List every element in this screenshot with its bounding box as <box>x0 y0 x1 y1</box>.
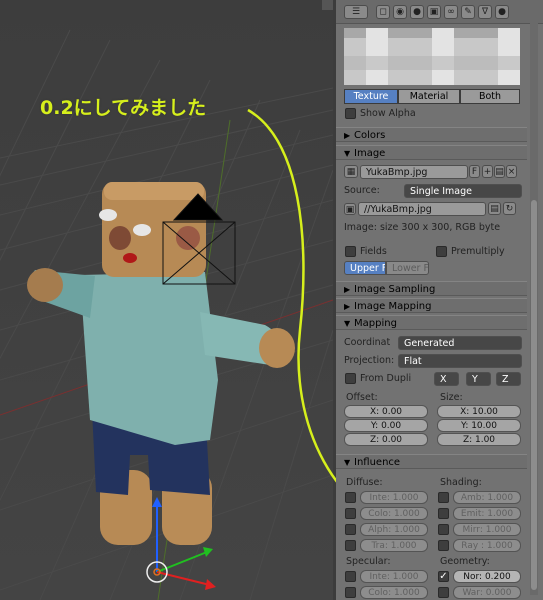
unlink-icon[interactable]: × <box>506 165 517 178</box>
image-name-field[interactable]: YukaBmp.jpg <box>360 165 468 179</box>
texture-preview <box>344 28 520 85</box>
section-image-mapping-label: Image Mapping <box>354 301 432 312</box>
section-influence[interactable]: ▼ Influence <box>336 454 527 469</box>
tab-material[interactable]: Material <box>398 89 460 104</box>
fake-user-button[interactable]: F <box>469 165 480 178</box>
panel-scrollbar-thumb[interactable] <box>531 200 537 590</box>
data-icon[interactable]: ∇ <box>478 5 492 19</box>
warp-field[interactable]: War: 0.000 <box>453 586 521 599</box>
offset-x-field[interactable]: X: 0.00 <box>344 405 428 418</box>
from-dupli-checkbox[interactable] <box>345 373 356 384</box>
image-file-icon: ▣ <box>344 203 356 215</box>
offset-y-field[interactable]: Y: 0.00 <box>344 419 428 432</box>
ray-mirror-checkbox[interactable] <box>438 540 449 551</box>
ray-mirror-field[interactable]: Ray : 1.000 <box>453 539 521 552</box>
properties-panel: ☰ ◻ ◉ ● ▣ ∞ ✎ ∇ ● Texture Material Both … <box>336 0 543 600</box>
world-icon[interactable]: ● <box>410 5 424 19</box>
diffuse-alpha-checkbox[interactable] <box>345 524 356 535</box>
axis-x-select[interactable]: X <box>434 372 459 386</box>
premultiply-checkbox[interactable] <box>436 246 447 257</box>
projection-label: Projection: <box>344 355 395 366</box>
source-label: Source: <box>344 185 380 196</box>
emit-checkbox[interactable] <box>438 508 449 519</box>
size-x-field[interactable]: X: 10.00 <box>437 405 521 418</box>
offset-label: Offset: <box>346 392 378 403</box>
properties-header: ☰ ◻ ◉ ● ▣ ∞ ✎ ∇ ● <box>336 0 543 24</box>
diffuse-translucency-checkbox[interactable] <box>345 540 356 551</box>
size-label: Size: <box>440 392 463 403</box>
emit-field[interactable]: Emit: 1.000 <box>453 507 521 520</box>
editor-type-icon[interactable]: ☰ <box>344 5 368 19</box>
image-path-field[interactable]: //YukaBmp.jpg <box>358 202 486 216</box>
scene-icon[interactable]: ◉ <box>393 5 407 19</box>
fields-label: Fields <box>360 246 387 257</box>
normal-field[interactable]: Nor: 0.200 <box>453 570 521 583</box>
reload-icon[interactable]: ↻ <box>503 202 516 215</box>
section-image-sampling[interactable]: ▶ Image Sampling <box>336 281 527 296</box>
upper-first-button[interactable]: Upper Fi <box>344 261 386 275</box>
diffuse-label: Diffuse: <box>346 477 383 488</box>
ambient-checkbox[interactable] <box>438 492 449 503</box>
shading-label: Shading: <box>440 477 482 488</box>
section-image[interactable]: ▼ Image <box>336 145 527 160</box>
from-dupli-label: From Dupli <box>360 373 412 384</box>
material-icon[interactable]: ● <box>495 5 509 19</box>
specular-intensity-checkbox[interactable] <box>345 571 356 582</box>
normal-checkbox[interactable]: ✓ <box>438 571 449 582</box>
specular-intensity-field[interactable]: Inte: 1.000 <box>360 570 428 583</box>
diffuse-color-field[interactable]: Colo: 1.000 <box>360 507 428 520</box>
diffuse-alpha-field[interactable]: Alph: 1.000 <box>360 523 428 536</box>
new-image-icon[interactable]: + <box>482 165 493 178</box>
source-select[interactable]: Single Image <box>404 184 522 198</box>
section-colors-label: Colors <box>354 130 386 141</box>
render-icon[interactable]: ◻ <box>376 5 390 19</box>
geometry-label: Geometry: <box>440 556 490 567</box>
tab-texture[interactable]: Texture <box>344 89 398 104</box>
warp-checkbox[interactable] <box>438 587 449 598</box>
modifier-icon[interactable]: ✎ <box>461 5 475 19</box>
axis-z-select[interactable]: Z <box>496 372 521 386</box>
specular-color-checkbox[interactable] <box>345 587 356 598</box>
premultiply-label: Premultiply <box>451 246 505 257</box>
mirror-field[interactable]: Mirr: 1.000 <box>453 523 521 536</box>
tab-both[interactable]: Both <box>460 89 520 104</box>
lower-first-button[interactable]: Lower Fir <box>386 261 429 275</box>
section-colors[interactable]: ▶ Colors <box>336 127 527 142</box>
mirror-checkbox[interactable] <box>438 524 449 535</box>
diffuse-color-checkbox[interactable] <box>345 508 356 519</box>
diffuse-translucency-field[interactable]: Tra: 1.000 <box>360 539 428 552</box>
image-info: Image: size 300 x 300, RGB byte <box>344 222 501 233</box>
section-image-sampling-label: Image Sampling <box>354 284 436 295</box>
section-image-label: Image <box>354 148 386 159</box>
coordinates-label: Coordinat <box>344 337 391 348</box>
annotation-text: 0.2にしてみました <box>40 97 207 119</box>
offset-z-field[interactable]: Z: 0.00 <box>344 433 428 446</box>
coordinates-select[interactable]: Generated <box>398 336 522 350</box>
ambient-field[interactable]: Amb: 1.000 <box>453 491 521 504</box>
size-y-field[interactable]: Y: 10.00 <box>437 419 521 432</box>
object-icon[interactable]: ▣ <box>427 5 441 19</box>
section-mapping[interactable]: ▼ Mapping <box>336 315 527 330</box>
axis-y-select[interactable]: Y <box>466 372 491 386</box>
open-image-icon[interactable]: ▤ <box>494 165 505 178</box>
section-mapping-label: Mapping <box>354 318 397 329</box>
specular-color-field[interactable]: Colo: 1.000 <box>360 586 428 599</box>
constraint-icon[interactable]: ∞ <box>444 5 458 19</box>
specular-label: Specular: <box>346 556 391 567</box>
projection-select[interactable]: Flat <box>398 354 522 368</box>
diffuse-intensity-checkbox[interactable] <box>345 492 356 503</box>
section-image-mapping[interactable]: ▶ Image Mapping <box>336 298 527 313</box>
file-browse-icon[interactable]: ▤ <box>488 202 501 215</box>
image-browse-icon[interactable]: ▦ <box>344 165 358 178</box>
show-alpha-label: Show Alpha <box>360 108 416 119</box>
size-z-field[interactable]: Z: 1.00 <box>437 433 521 446</box>
fields-checkbox[interactable] <box>345 246 356 257</box>
show-alpha-checkbox[interactable] <box>345 108 356 119</box>
diffuse-intensity-field[interactable]: Inte: 1.000 <box>360 491 428 504</box>
section-influence-label: Influence <box>354 457 401 468</box>
